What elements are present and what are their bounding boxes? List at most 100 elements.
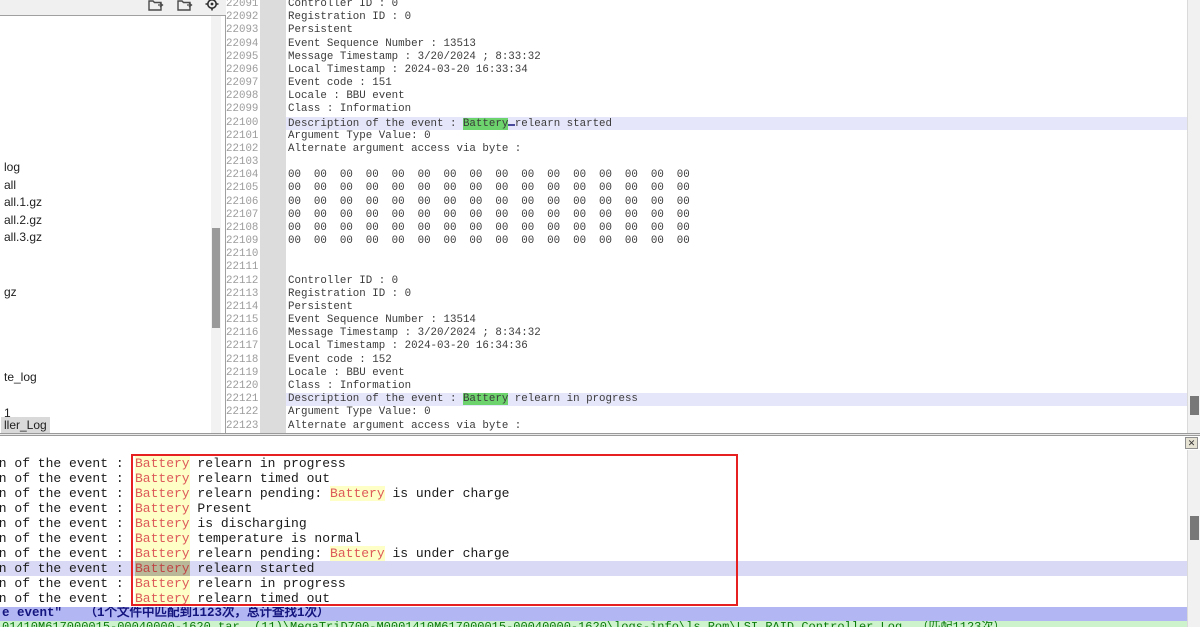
sidebar-item[interactable]: all.2.gz	[1, 212, 45, 228]
log-line[interactable]: 22118Event code : 152	[226, 354, 1187, 367]
result-row[interactable]: on of the event :Battery relearn in prog…	[0, 456, 1187, 471]
log-line[interactable]: 22121Description of the event : Battery …	[226, 393, 1187, 406]
log-line[interactable]: 22123Alternate argument access via byte …	[226, 420, 1187, 433]
result-row[interactable]: on of the event :Battery relearn timed o…	[0, 471, 1187, 486]
log-line[interactable]: 22096Local Timestamp : 2024-03-20 16:33:…	[226, 64, 1187, 77]
log-line[interactable]: 22095Message Timestamp : 3/20/2024 ; 8:3…	[226, 51, 1187, 64]
log-line[interactable]: 22111	[226, 261, 1187, 274]
log-line[interactable]: 2210700 00 00 00 00 00 00 00 00 00 00 00…	[226, 209, 1187, 222]
line-text: Local Timestamp : 2024-03-20 16:33:34	[286, 64, 1187, 77]
result-text: Battery temperature is normal	[135, 531, 361, 546]
log-line[interactable]: 2210600 00 00 00 00 00 00 00 00 00 00 00…	[226, 196, 1187, 209]
text-segment: Local Timestamp : 2024-03-20 16:34:36	[288, 340, 528, 352]
log-line[interactable]: 22117 Local Timestamp : 2024-03-20 16:34:…	[226, 340, 1187, 353]
log-line[interactable]: 22098Locale : BBU event	[226, 90, 1187, 103]
search-summary-row[interactable]: e event" （1个文件中匹配到1123次，总计查找1次）	[0, 607, 1187, 621]
gutter-band	[260, 51, 286, 64]
text-segment: relearn pending:	[190, 546, 330, 561]
log-line[interactable]: 22100Description of the event : Batteryr…	[226, 117, 1187, 130]
text-segment: Class : Information	[288, 380, 411, 392]
result-prefix: on of the event :	[0, 546, 124, 561]
text-segment: Event Sequence Number : 13513	[288, 38, 476, 50]
log-line[interactable]: 22114Persistent	[226, 301, 1187, 314]
text-segment: relearn in progress	[190, 456, 346, 471]
gutter-band	[260, 117, 286, 130]
log-line[interactable]: 22120Class : Information	[226, 380, 1187, 393]
log-line[interactable]: 22115 Event Sequence Number : 13514	[226, 314, 1187, 327]
result-row[interactable]: on of the event :Battery relearn pending…	[0, 546, 1187, 561]
search-match: Battery	[135, 486, 190, 501]
log-line[interactable]: 22101Argument Type Value: 0	[226, 130, 1187, 143]
editor-scrollbar[interactable]	[1187, 0, 1200, 433]
result-row[interactable]: on of the event :Battery is discharging	[0, 516, 1187, 531]
text-segment: Description of the event :	[288, 118, 463, 130]
result-prefix: on of the event :	[0, 516, 124, 531]
editor-scrollbar-thumb[interactable]	[1190, 396, 1199, 415]
text-segment: Message Timestamp : 3/20/2024 ; 8:34:32	[288, 327, 541, 339]
gutter-band	[260, 90, 286, 103]
results-scrollbar-thumb[interactable]	[1190, 516, 1199, 540]
text-segment: Registration ID : 0	[288, 288, 411, 300]
log-line[interactable]: 22113 Registration ID : 0	[226, 288, 1187, 301]
gutter-band	[260, 301, 286, 314]
result-text: Battery relearn started	[135, 561, 314, 576]
text-segment: relearn timed out	[190, 591, 330, 606]
line-number: 22103	[226, 156, 260, 169]
log-line[interactable]: 22105 00 00 00 00 00 00 00 00 00 00 00 00…	[226, 182, 1187, 195]
result-row[interactable]: on of the event :Battery relearn timed o…	[0, 591, 1187, 606]
log-line[interactable]: 22094Event Sequence Number : 13513	[226, 38, 1187, 51]
log-line[interactable]: 22091Controller ID : 0	[226, 0, 1187, 11]
text-segment: 00 00 00 00 00 00 00 00 00 00 00 00 00 0…	[288, 182, 690, 194]
line-text: Message Timestamp : 3/20/2024 ; 8:34:32	[286, 327, 1187, 340]
sidebar-item[interactable]: ller_Log	[1, 417, 50, 433]
sidebar-scrollbar-thumb[interactable]	[212, 228, 220, 328]
log-line[interactable]: 22112Controller ID : 0	[226, 275, 1187, 288]
log-line[interactable]: 22122Argument Type Value: 0	[226, 406, 1187, 419]
log-line[interactable]: 22103	[226, 156, 1187, 169]
result-row[interactable]: on of the event :Battery relearn pending…	[0, 486, 1187, 501]
log-line[interactable]: 22116Message Timestamp : 3/20/2024 ; 8:3…	[226, 327, 1187, 340]
line-text: 00 00 00 00 00 00 00 00 00 00 00 00 00 0…	[286, 182, 1187, 195]
line-number: 22117	[226, 340, 260, 353]
log-line[interactable]: 22092Registration ID : 0	[226, 11, 1187, 24]
folder-sync-icon[interactable]	[177, 0, 193, 12]
gutter-band	[260, 196, 286, 209]
log-editor[interactable]: 22091Controller ID : 022092Registration …	[226, 0, 1187, 433]
sidebar-item[interactable]: all.1.gz	[1, 194, 45, 210]
line-number: 22115	[226, 314, 260, 327]
results-scrollbar[interactable]	[1187, 450, 1200, 627]
search-file-row[interactable]: 01410M617000015-00040000-1620.tar (11)\M…	[0, 621, 1187, 627]
log-line[interactable]: 22110	[226, 248, 1187, 261]
log-line[interactable]: 2210400 00 00 00 00 00 00 00 00 00 00 00…	[226, 169, 1187, 182]
locate-file-icon[interactable]	[204, 0, 220, 12]
result-text: Battery relearn in progress	[135, 576, 346, 591]
close-results-button[interactable]: ✕	[1185, 437, 1198, 449]
line-number: 22105	[226, 182, 260, 195]
line-text	[286, 261, 1187, 274]
log-line[interactable]: 22099Class : Information	[226, 103, 1187, 116]
log-line[interactable]: 22119Locale : BBU event	[226, 367, 1187, 380]
text-segment: 00 00 00 00 00 00 00 00 00 00 00 00 00 0…	[288, 222, 690, 234]
sidebar-item[interactable]: gz	[1, 284, 20, 300]
result-row[interactable]: on of the event :Battery temperature is …	[0, 531, 1187, 546]
text-segment: Event Sequence Number : 13514	[288, 314, 476, 326]
sidebar-item[interactable]: all.3.gz	[1, 229, 45, 245]
line-number: 22091	[226, 0, 260, 11]
log-line[interactable]: 22093Persistent	[226, 24, 1187, 37]
result-row[interactable]: on of the event :Battery Present	[0, 501, 1187, 516]
line-number: 22113	[226, 288, 260, 301]
log-line[interactable]: 2210800 00 00 00 00 00 00 00 00 00 00 00…	[226, 222, 1187, 235]
sidebar-scrollbar[interactable]	[211, 16, 221, 433]
sidebar-item[interactable]: all	[1, 177, 19, 193]
gutter-band	[260, 143, 286, 156]
log-line[interactable]: 2210900 00 00 00 00 00 00 00 00 00 00 00…	[226, 235, 1187, 248]
result-row[interactable]: on of the event :Battery relearn in prog…	[0, 576, 1187, 591]
folder-export-icon[interactable]	[148, 0, 164, 12]
sidebar-item[interactable]: log	[1, 159, 23, 175]
text-segment: Class : Information	[288, 103, 411, 115]
log-line[interactable]: 22097Event code : 151	[226, 77, 1187, 90]
log-line[interactable]: 22102Alternate argument access via byte …	[226, 143, 1187, 156]
gutter-band	[260, 209, 286, 222]
sidebar-item[interactable]: te_log	[1, 369, 40, 385]
result-row[interactable]: on of the event :Battery relearn started	[0, 561, 1187, 576]
